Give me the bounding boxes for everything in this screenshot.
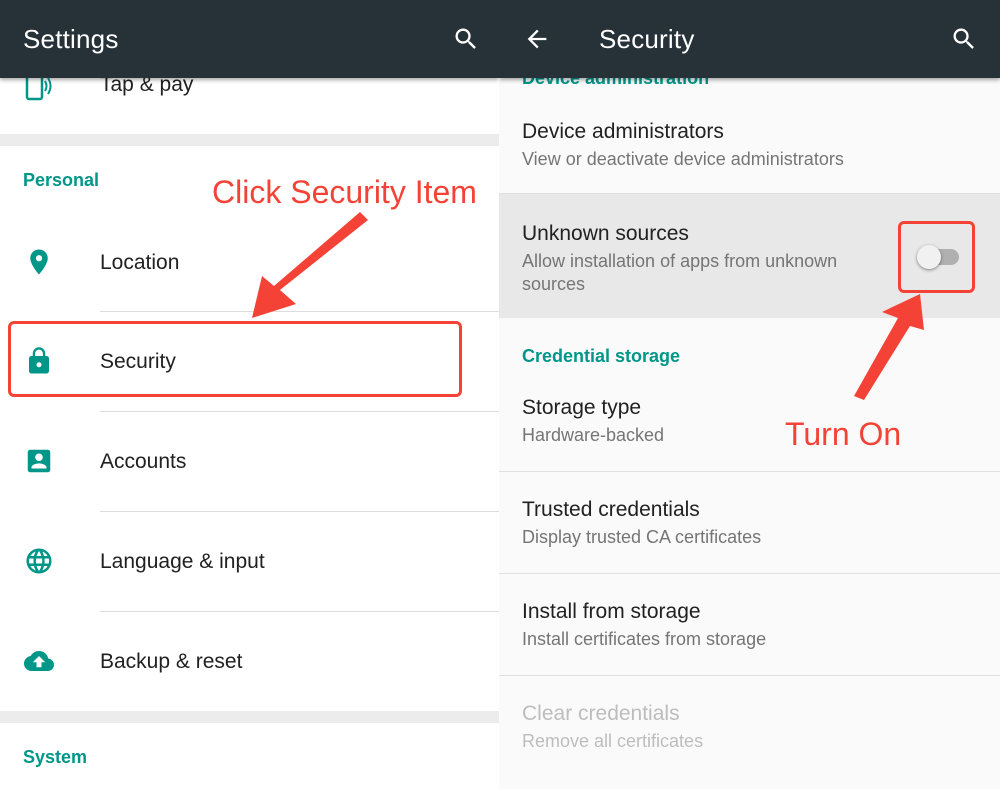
arrow-back-icon[interactable] — [523, 25, 551, 53]
section-gap — [0, 134, 499, 146]
settings-item-location[interactable]: Location — [0, 212, 499, 312]
section-header-credential-storage: Credential storage — [522, 346, 681, 366]
security-item-storage-type[interactable]: Storage type Hardware-backed — [499, 370, 1000, 471]
globe-icon — [24, 546, 54, 576]
annotation-turn-on: Turn On — [785, 416, 902, 452]
settings-item-language-input[interactable]: Language & input — [0, 512, 499, 612]
settings-item-label: Accounts — [100, 450, 187, 473]
item-title: Device administrators — [522, 120, 724, 143]
section-header-system: System — [23, 747, 88, 767]
settings-item-label: Language & input — [100, 550, 265, 573]
search-icon[interactable] — [950, 25, 978, 53]
item-subtitle: Remove all certificates — [522, 731, 704, 751]
location-pin-icon — [24, 247, 54, 277]
toggle-highlight-box — [898, 221, 975, 293]
security-item-trusted-credentials[interactable]: Trusted credentials Display trusted CA c… — [499, 472, 1000, 573]
settings-panel: Tap & pay Personal Location Security Acc… — [0, 0, 499, 789]
item-title: Storage type — [522, 396, 642, 419]
item-subtitle: Install certificates from storage — [522, 629, 767, 649]
cloud-upload-icon — [24, 646, 54, 676]
item-subtitle-line2: sources — [522, 274, 586, 294]
item-subtitle-line1: Allow installation of apps from unknown — [522, 251, 838, 271]
system-card: System — [0, 723, 499, 789]
settings-item-label: Backup & reset — [100, 650, 243, 673]
security-app-bar: Security — [499, 0, 1000, 78]
security-panel: Device administration Device administrat… — [499, 0, 1000, 789]
annotation-click-security: Click Security Item — [212, 174, 477, 210]
search-icon[interactable] — [452, 25, 480, 53]
item-title: Clear credentials — [522, 702, 680, 725]
settings-item-label: Location — [100, 251, 180, 274]
item-title: Install from storage — [522, 600, 701, 623]
section-header-personal: Personal — [23, 170, 100, 190]
personal-card: Personal Location Security Accounts Lang… — [0, 146, 499, 711]
page-title: Settings — [23, 24, 119, 54]
item-subtitle: View or deactivate device administrators — [522, 149, 844, 169]
settings-item-accounts[interactable]: Accounts — [0, 412, 499, 512]
settings-item-backup-reset[interactable]: Backup & reset — [0, 612, 499, 712]
item-title: Unknown sources — [522, 222, 689, 245]
security-item-clear-credentials: Clear credentials Remove all certificate… — [499, 676, 1000, 789]
item-subtitle: Display trusted CA certificates — [522, 527, 762, 547]
settings-app-bar: Settings — [0, 0, 499, 78]
section-gap — [0, 711, 499, 723]
page-title: Security — [599, 24, 695, 54]
security-highlight-box — [8, 321, 462, 397]
security-item-device-administrators[interactable]: Device administrators View or deactivate… — [499, 93, 1000, 193]
security-item-install-from-storage[interactable]: Install from storage Install certificate… — [499, 574, 1000, 675]
item-title: Trusted credentials — [522, 498, 700, 521]
account-box-icon — [24, 446, 54, 476]
item-subtitle: Hardware-backed — [522, 425, 665, 445]
